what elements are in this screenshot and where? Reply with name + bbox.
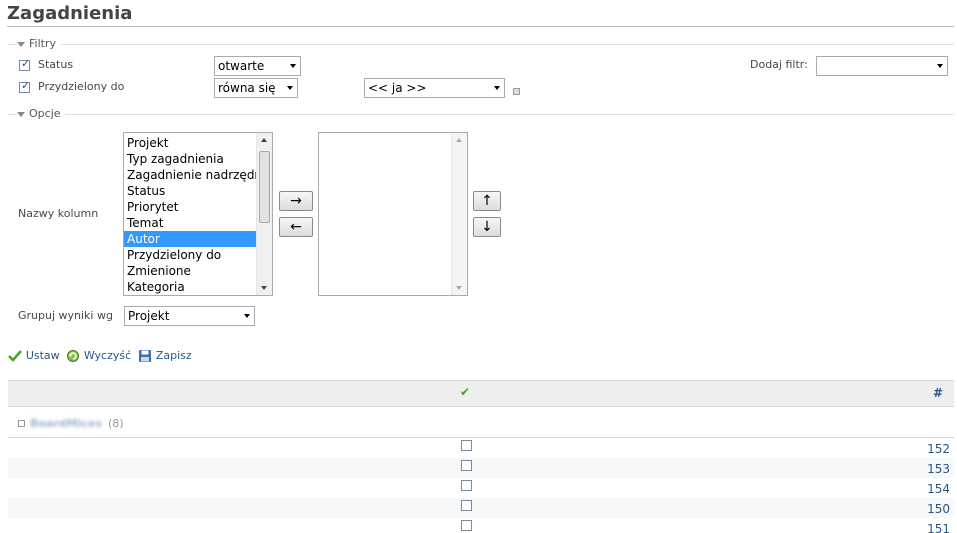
add-filter-select[interactable]: [816, 56, 948, 76]
columns-label: Nazwy kolumn: [18, 207, 99, 220]
table-row: 150: [8, 498, 954, 518]
toggle-all-checkmark-icon[interactable]: ✔: [460, 385, 470, 399]
expand-group-icon[interactable]: [18, 420, 25, 427]
group-by-value: Projekt: [128, 309, 170, 323]
scroll-up-arrow-icon[interactable]: [456, 138, 462, 142]
table-row: 153: [8, 458, 954, 478]
scroll-down-arrow-icon[interactable]: [261, 286, 267, 290]
options-legend-label: Opcje: [29, 107, 61, 120]
clear-link-label: Wyczyść: [83, 349, 132, 362]
column-option[interactable]: Zagadnienie nadrzędne: [124, 167, 269, 183]
column-option[interactable]: Priorytet: [124, 199, 257, 215]
options-legend-line: [8, 114, 954, 115]
table-row: 152: [8, 438, 954, 458]
group-by-select[interactable]: Projekt: [124, 306, 255, 326]
available-columns-scrollbar[interactable]: [256, 133, 272, 295]
selected-columns-scrollbar[interactable]: [451, 133, 467, 295]
status-filter-checkbox[interactable]: [19, 57, 30, 71]
status-filter-label: Status: [38, 58, 74, 71]
assignee-value-text: << ja >>: [368, 81, 427, 95]
scroll-thumb[interactable]: [259, 151, 270, 223]
issue-id-link[interactable]: 151: [927, 522, 950, 533]
row-checkbox[interactable]: [461, 460, 472, 471]
collapse-triangle-icon: [17, 41, 25, 47]
dropdown-arrow-icon: [937, 64, 943, 68]
assignee-operator-value: równa się: [218, 81, 276, 95]
save-link-label: Zapisz: [155, 349, 192, 362]
refresh-icon: [67, 349, 79, 362]
move-down-button[interactable]: ↓: [473, 217, 501, 237]
group-by-label: Grupuj wyniki wg: [18, 309, 113, 322]
column-option[interactable]: Kategoria: [124, 279, 257, 295]
selected-columns-list[interactable]: [318, 132, 468, 296]
table-row: 154: [8, 478, 954, 498]
table-header: ✔ #: [8, 380, 954, 407]
scroll-down-arrow-icon[interactable]: [456, 286, 462, 290]
checkmark-icon: [8, 349, 22, 362]
add-filter-label: Dodaj filtr:: [750, 58, 808, 71]
dropdown-arrow-icon: [494, 86, 500, 90]
page-title: Zagadnienia: [7, 3, 133, 24]
title-divider: [7, 26, 954, 27]
group-row: BoardMices (8): [8, 407, 954, 438]
group-name: BoardMices: [30, 417, 102, 430]
issue-id-link[interactable]: 154: [927, 482, 950, 496]
available-columns-list[interactable]: Projekt Typ zagadnienia Zagadnienie nadrzę…: [123, 132, 273, 296]
column-option[interactable]: Autor: [124, 231, 257, 247]
filters-legend-label: Filtry: [29, 37, 56, 50]
assignee-filter-label: Przydzielony do: [38, 80, 125, 93]
move-left-button[interactable]: ←: [279, 217, 313, 237]
column-option[interactable]: Status: [124, 183, 257, 199]
floppy-disk-icon: [139, 349, 151, 362]
column-option[interactable]: Temat: [124, 215, 257, 231]
column-option[interactable]: Zmienione: [124, 263, 257, 279]
status-operator-select[interactable]: otwarte: [214, 56, 301, 76]
apply-link[interactable]: Ustaw: [8, 348, 60, 362]
assignee-filter-checkbox[interactable]: [19, 79, 30, 93]
column-option[interactable]: Typ zagadnienia: [124, 151, 257, 167]
move-right-button[interactable]: →: [279, 191, 313, 211]
toggle-multi-select-icon[interactable]: [513, 88, 520, 95]
filters-legend-line: [8, 44, 954, 45]
issue-id-link[interactable]: 152: [927, 442, 950, 456]
dropdown-arrow-icon: [244, 314, 250, 318]
assignee-value-select[interactable]: << ja >>: [364, 78, 505, 98]
row-checkbox[interactable]: [461, 520, 472, 531]
group-count: (8): [108, 417, 124, 430]
table-row: 151: [8, 518, 954, 533]
dropdown-arrow-icon: [290, 64, 296, 68]
column-option[interactable]: Projekt: [124, 135, 257, 151]
row-checkbox[interactable]: [461, 440, 472, 451]
apply-link-label: Ustaw: [25, 349, 60, 362]
options-legend-toggle[interactable]: Opcje: [17, 107, 65, 120]
issues-table: ✔ # BoardMices (8) 152 153 154 150 151: [8, 380, 954, 533]
filters-legend-toggle[interactable]: Filtry: [17, 37, 60, 50]
issue-id-link[interactable]: 153: [927, 462, 950, 476]
scroll-up-arrow-icon[interactable]: [261, 138, 267, 142]
row-checkbox[interactable]: [461, 480, 472, 491]
assignee-operator-select[interactable]: równa się: [214, 78, 298, 98]
save-link[interactable]: Zapisz: [138, 348, 192, 363]
move-up-button[interactable]: ↑: [473, 191, 501, 211]
row-checkbox[interactable]: [461, 500, 472, 511]
collapse-triangle-icon: [17, 111, 25, 117]
status-operator-value: otwarte: [218, 59, 265, 73]
id-column-header[interactable]: #: [933, 386, 943, 400]
column-option[interactable]: Przydzielony do: [124, 247, 257, 263]
issue-id-link[interactable]: 150: [927, 502, 950, 516]
dropdown-arrow-icon: [287, 86, 293, 90]
clear-link[interactable]: Wyczyść: [66, 348, 131, 363]
issue-rows: 152 153 154 150 151: [8, 438, 954, 533]
